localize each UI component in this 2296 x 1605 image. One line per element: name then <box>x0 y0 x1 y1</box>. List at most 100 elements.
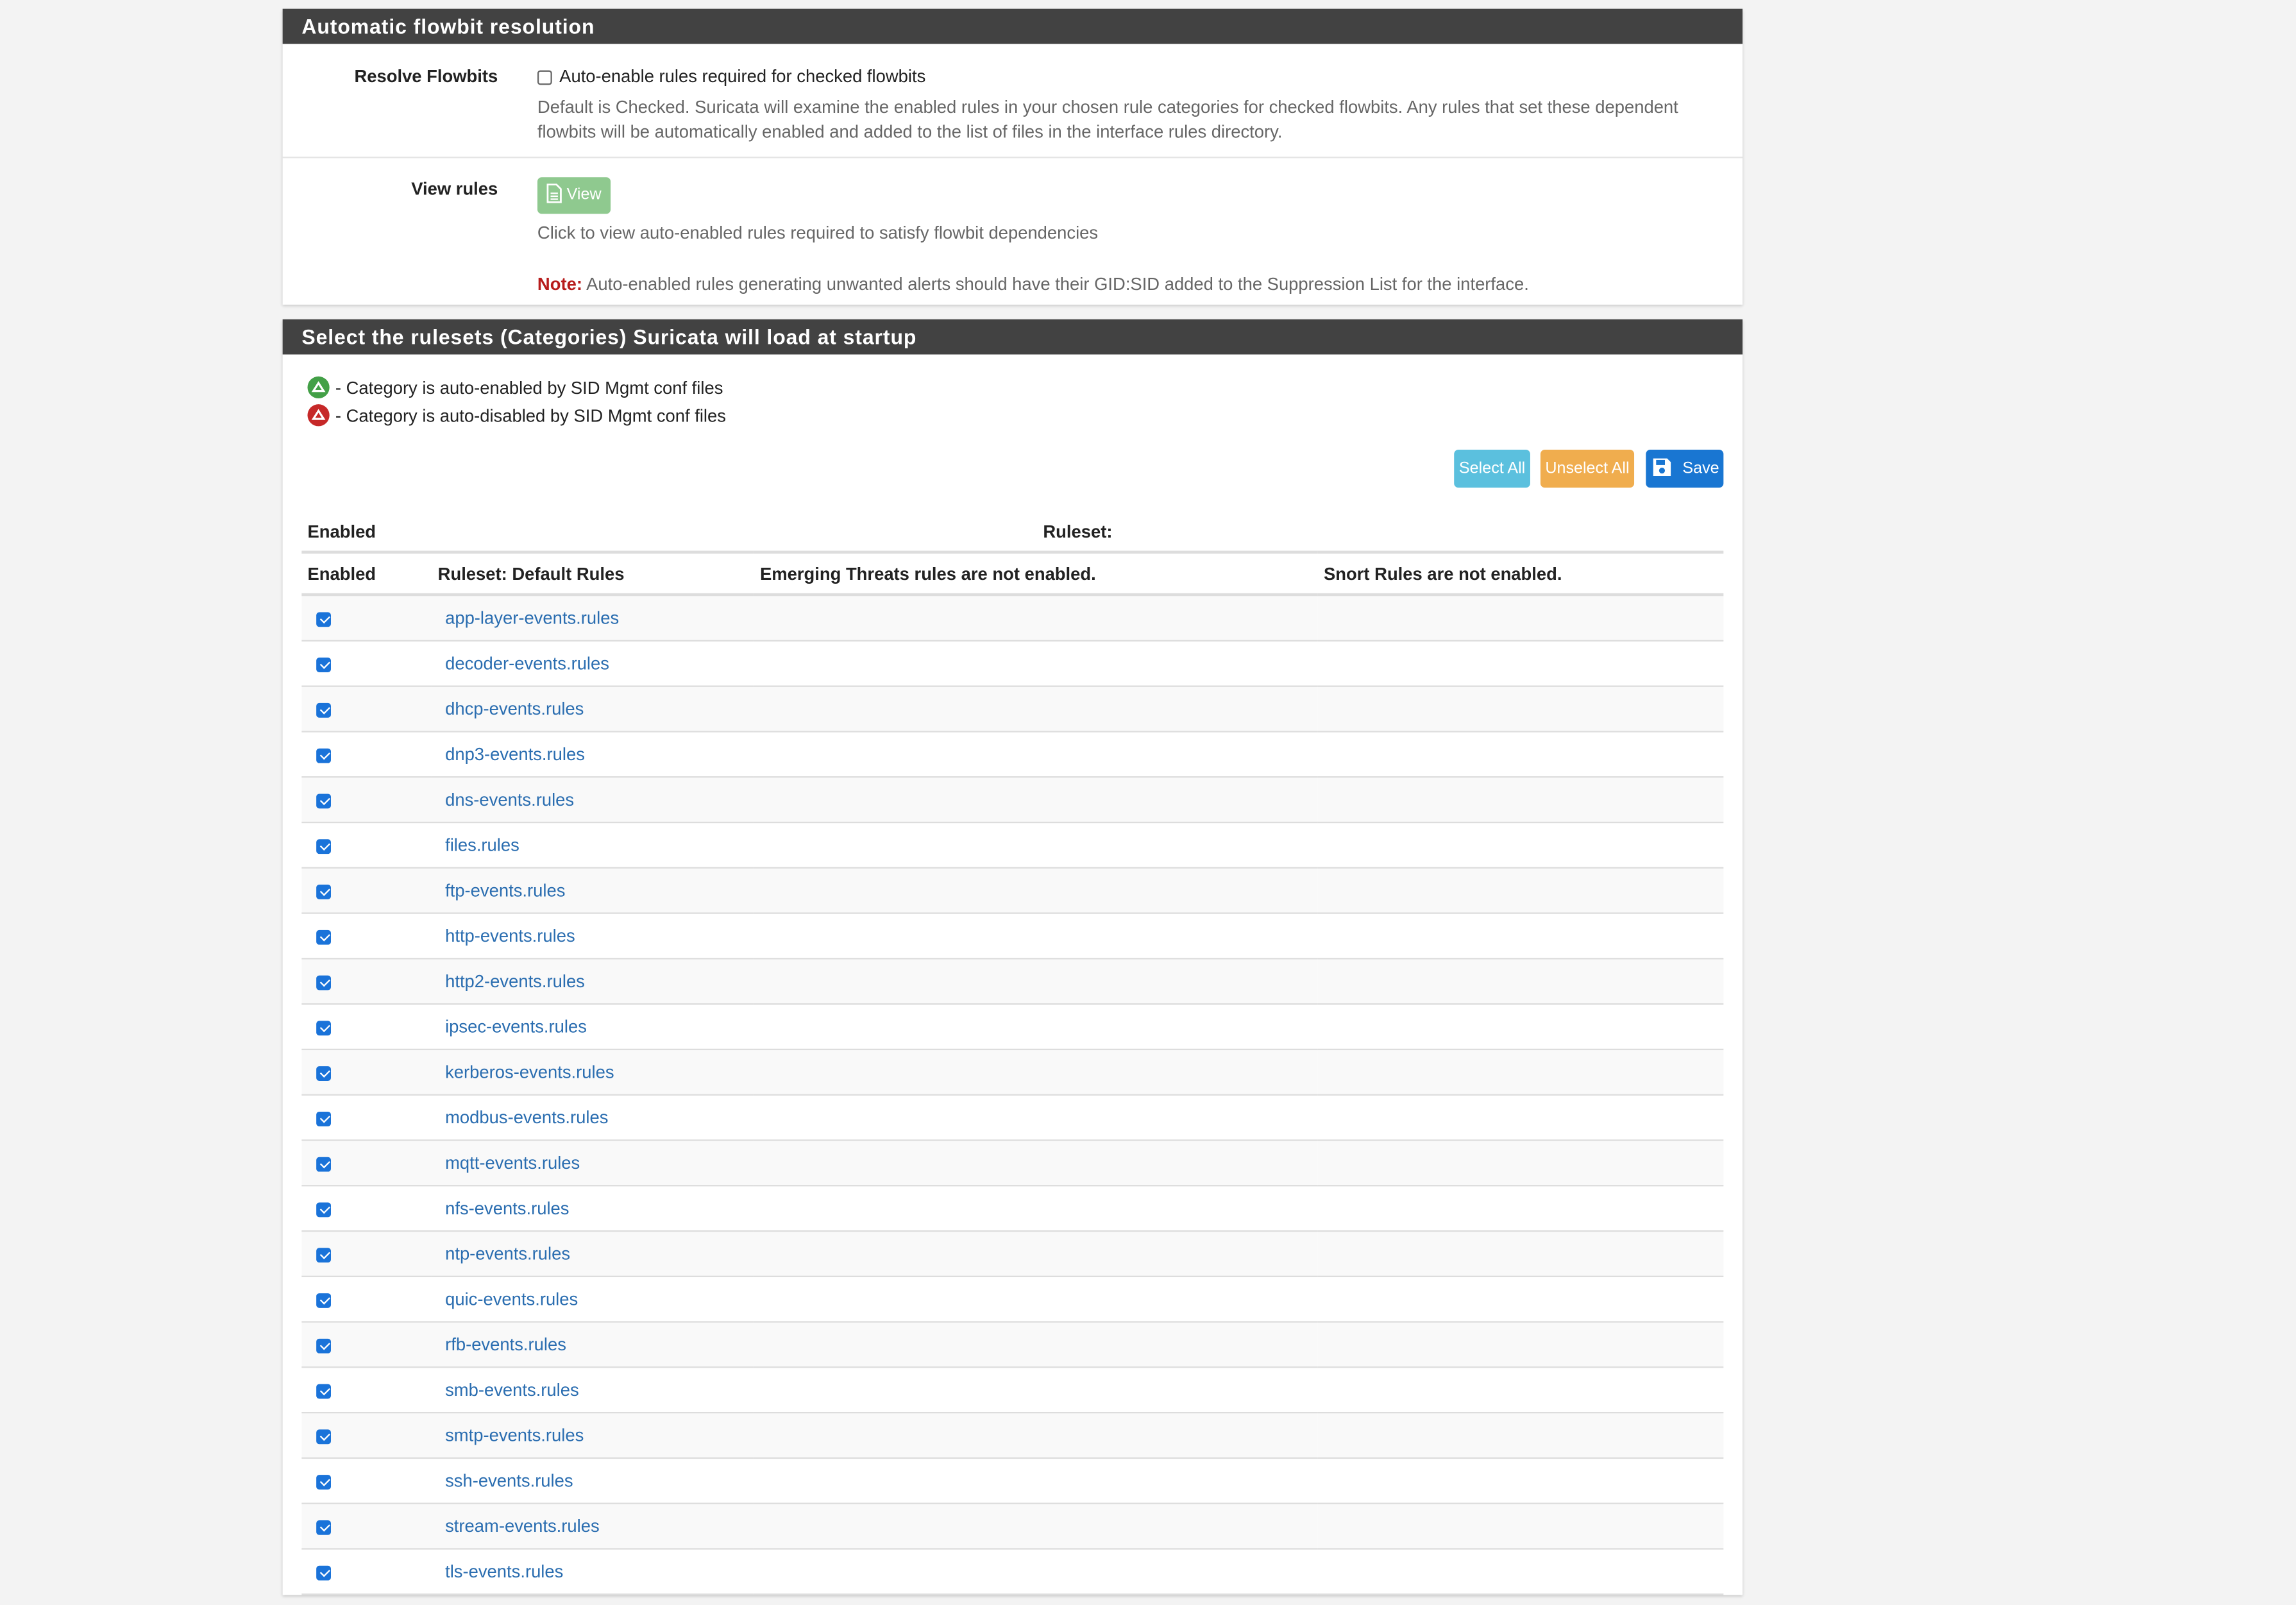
rule-file-link[interactable]: quic-events.rules <box>445 1289 578 1309</box>
row-snort-cell <box>1317 1049 1724 1096</box>
rule-enabled-checkbox[interactable] <box>316 748 332 763</box>
unselect-all-button[interactable]: Unselect All <box>1540 449 1635 488</box>
row-default-rule-cell: nfs-events.rules <box>432 1185 754 1232</box>
save-button[interactable]: Save <box>1646 449 1724 488</box>
table-row: http-events.rules <box>301 913 1724 960</box>
rule-file-link[interactable]: files.rules <box>445 835 519 855</box>
view-rules-button-label: View <box>566 185 602 204</box>
rule-enabled-checkbox[interactable] <box>316 1520 332 1535</box>
row-emerging-cell <box>754 594 1318 642</box>
rule-enabled-checkbox[interactable] <box>316 794 332 808</box>
resolve-flowbits-control[interactable]: Auto-enable rules required for checked f… <box>537 66 925 87</box>
row-enabled-cell <box>301 1549 432 1595</box>
table-row: modbus-events.rules <box>301 1094 1724 1141</box>
view-rules-button[interactable]: View <box>537 177 611 214</box>
rule-file-link[interactable]: ipsec-events.rules <box>445 1017 587 1037</box>
rule-enabled-checkbox[interactable] <box>316 1429 332 1444</box>
table-row: app-layer-events.rules <box>301 594 1724 642</box>
rule-file-link[interactable]: app-layer-events.rules <box>445 608 619 629</box>
rule-enabled-checkbox[interactable] <box>316 1247 332 1262</box>
row-snort-cell <box>1317 640 1724 687</box>
row-enabled-cell <box>301 958 432 1005</box>
rule-file-link[interactable]: mqtt-events.rules <box>445 1153 580 1173</box>
table-row: quic-events.rules <box>301 1276 1724 1323</box>
resolve-flowbits-checkbox[interactable] <box>537 70 552 85</box>
table-subheader-row: Enabled Ruleset: Default Rules Emerging … <box>301 550 1724 597</box>
row-default-rule-cell: ftp-events.rules <box>432 867 754 914</box>
row-emerging-cell <box>754 867 1318 914</box>
row-default-rule-cell: ntp-events.rules <box>432 1231 754 1277</box>
legend-auto-disabled-text: - Category is auto-disabled by SID Mgmt … <box>335 405 726 427</box>
row-default-rule-cell: decoder-events.rules <box>432 640 754 687</box>
rule-file-link[interactable]: ftp-events.rules <box>445 880 565 901</box>
rule-file-link[interactable]: dnp3-events.rules <box>445 744 585 765</box>
flowbit-panel: Automatic flowbit resolution Resolve Flo… <box>282 8 1743 305</box>
rule-enabled-checkbox[interactable] <box>316 1565 332 1581</box>
rule-enabled-checkbox[interactable] <box>316 1293 332 1308</box>
row-default-rule-cell: kerberos-events.rules <box>432 1049 754 1096</box>
row-snort-cell <box>1317 777 1724 824</box>
rule-enabled-checkbox[interactable] <box>316 1474 332 1490</box>
note-prefix: Note: <box>537 273 582 294</box>
rule-enabled-checkbox[interactable] <box>316 702 332 718</box>
row-enabled-cell <box>301 1049 432 1096</box>
row-emerging-cell <box>754 1231 1318 1277</box>
auto-enabled-icon <box>307 376 330 399</box>
row-emerging-cell <box>754 822 1318 869</box>
rule-file-link[interactable]: tls-events.rules <box>445 1561 563 1582</box>
page: Automatic flowbit resolution Resolve Flo… <box>0 0 2296 1605</box>
row-emerging-cell <box>754 777 1318 824</box>
row-enabled-cell <box>301 867 432 914</box>
rule-file-link[interactable]: dhcp-events.rules <box>445 699 584 719</box>
rule-file-link[interactable]: ntp-events.rules <box>445 1243 570 1264</box>
rule-enabled-checkbox[interactable] <box>316 1202 332 1217</box>
row-emerging-cell <box>754 1367 1318 1414</box>
row-enabled-cell <box>301 1231 432 1277</box>
resolve-flowbits-checkbox-label: Auto-enable rules required for checked f… <box>559 65 926 87</box>
rule-enabled-checkbox[interactable] <box>316 1157 332 1172</box>
select-all-button[interactable]: Select All <box>1454 449 1530 488</box>
table-row: smtp-events.rules <box>301 1413 1724 1459</box>
row-enabled-cell <box>301 1185 432 1232</box>
rule-enabled-checkbox[interactable] <box>316 1066 332 1081</box>
rule-file-link[interactable]: http-events.rules <box>445 926 575 946</box>
rule-file-link[interactable]: modbus-events.rules <box>445 1107 608 1128</box>
row-emerging-cell <box>754 1549 1318 1595</box>
row-default-rule-cell: dhcp-events.rules <box>432 686 754 733</box>
view-rules-help: Click to view auto-enabled rules require… <box>537 223 1099 244</box>
table-row: smb-events.rules <box>301 1367 1724 1414</box>
rule-enabled-checkbox[interactable] <box>316 1384 332 1399</box>
rule-file-link[interactable]: stream-events.rules <box>445 1516 600 1536</box>
rule-enabled-checkbox[interactable] <box>316 1111 332 1126</box>
rule-file-link[interactable]: dns-events.rules <box>445 790 574 810</box>
rule-file-link[interactable]: rfb-events.rules <box>445 1334 566 1355</box>
table-row: mqtt-events.rules <box>301 1140 1724 1187</box>
row-enabled-cell <box>301 1367 432 1414</box>
rule-file-link[interactable]: smtp-events.rules <box>445 1425 584 1446</box>
rule-file-link[interactable]: nfs-events.rules <box>445 1198 569 1219</box>
rule-enabled-checkbox[interactable] <box>316 884 332 899</box>
row-emerging-cell <box>754 1140 1318 1187</box>
rule-enabled-checkbox[interactable] <box>316 1020 332 1035</box>
rule-file-link[interactable]: decoder-events.rules <box>445 653 609 674</box>
rule-enabled-checkbox[interactable] <box>316 1338 332 1354</box>
row-default-rule-cell: http-events.rules <box>432 913 754 960</box>
rule-enabled-checkbox[interactable] <box>316 838 332 854</box>
table-row: dnp3-events.rules <box>301 731 1724 778</box>
table-row: dns-events.rules <box>301 777 1724 824</box>
rule-enabled-checkbox[interactable] <box>316 657 332 672</box>
rule-file-link[interactable]: ssh-events.rules <box>445 1470 573 1491</box>
row-emerging-cell <box>754 1049 1318 1096</box>
rule-file-link[interactable]: kerberos-events.rules <box>445 1062 614 1082</box>
row-emerging-cell <box>754 731 1318 778</box>
row-snort-cell <box>1317 731 1724 778</box>
rule-enabled-checkbox[interactable] <box>316 930 332 945</box>
table-row: kerberos-events.rules <box>301 1049 1724 1096</box>
rule-enabled-checkbox[interactable] <box>316 975 332 990</box>
row-enabled-cell <box>301 913 432 960</box>
row-snort-cell <box>1317 686 1724 733</box>
rule-enabled-checkbox[interactable] <box>316 611 332 627</box>
row-enabled-cell <box>301 640 432 687</box>
rule-file-link[interactable]: http2-events.rules <box>445 971 585 992</box>
rule-file-link[interactable]: smb-events.rules <box>445 1380 579 1400</box>
